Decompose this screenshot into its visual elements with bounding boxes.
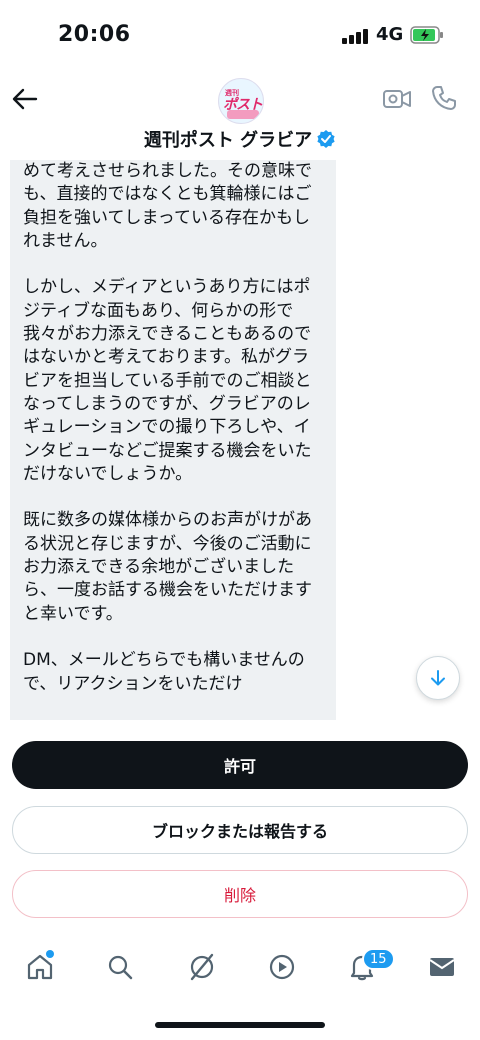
contact-name: 週刊ポスト グラビア: [0, 126, 480, 152]
phone-icon[interactable]: [430, 84, 458, 112]
avatar-logo-bottom: [227, 110, 259, 119]
mail-icon: [429, 958, 455, 976]
video-play-icon: [269, 954, 295, 980]
tab-grok[interactable]: [184, 949, 220, 985]
message-text: めて考えさせられました。その意味でも、直接的ではなくとも箕輪様にはご負担を強いて…: [23, 161, 312, 694]
avatar[interactable]: 週刊 ポスト: [218, 78, 264, 124]
scroll-down-button[interactable]: [416, 656, 460, 700]
tab-messages[interactable]: [424, 949, 460, 985]
video-call-icon[interactable]: [382, 86, 412, 112]
notification-badge: 15: [362, 948, 395, 970]
arrow-down-icon: [431, 670, 445, 686]
back-arrow-icon: [12, 88, 38, 110]
battery-icon: [410, 26, 443, 44]
tab-bar: [0, 935, 480, 1005]
block-or-report-button[interactable]: ブロックまたは報告する: [12, 806, 468, 854]
grok-icon: [190, 953, 214, 981]
network-label: 4G: [376, 24, 404, 45]
back-button[interactable]: [10, 84, 40, 114]
tab-video[interactable]: [264, 949, 300, 985]
signal-icon: [342, 28, 370, 44]
home-new-dot: [46, 950, 54, 958]
chat-header: 週刊 ポスト 週刊ポスト グラビア: [0, 72, 480, 162]
verified-badge-icon: [317, 130, 335, 148]
status-bar: 20:06 4G: [0, 0, 480, 72]
status-time: 20:06: [58, 22, 131, 47]
delete-button[interactable]: 削除: [12, 870, 468, 918]
search-icon: [108, 955, 133, 980]
home-indicator: [155, 1022, 325, 1028]
contact-name-text: 週刊ポスト グラビア: [143, 130, 313, 151]
tab-search[interactable]: [102, 949, 138, 985]
allow-button[interactable]: 許可: [12, 741, 468, 789]
